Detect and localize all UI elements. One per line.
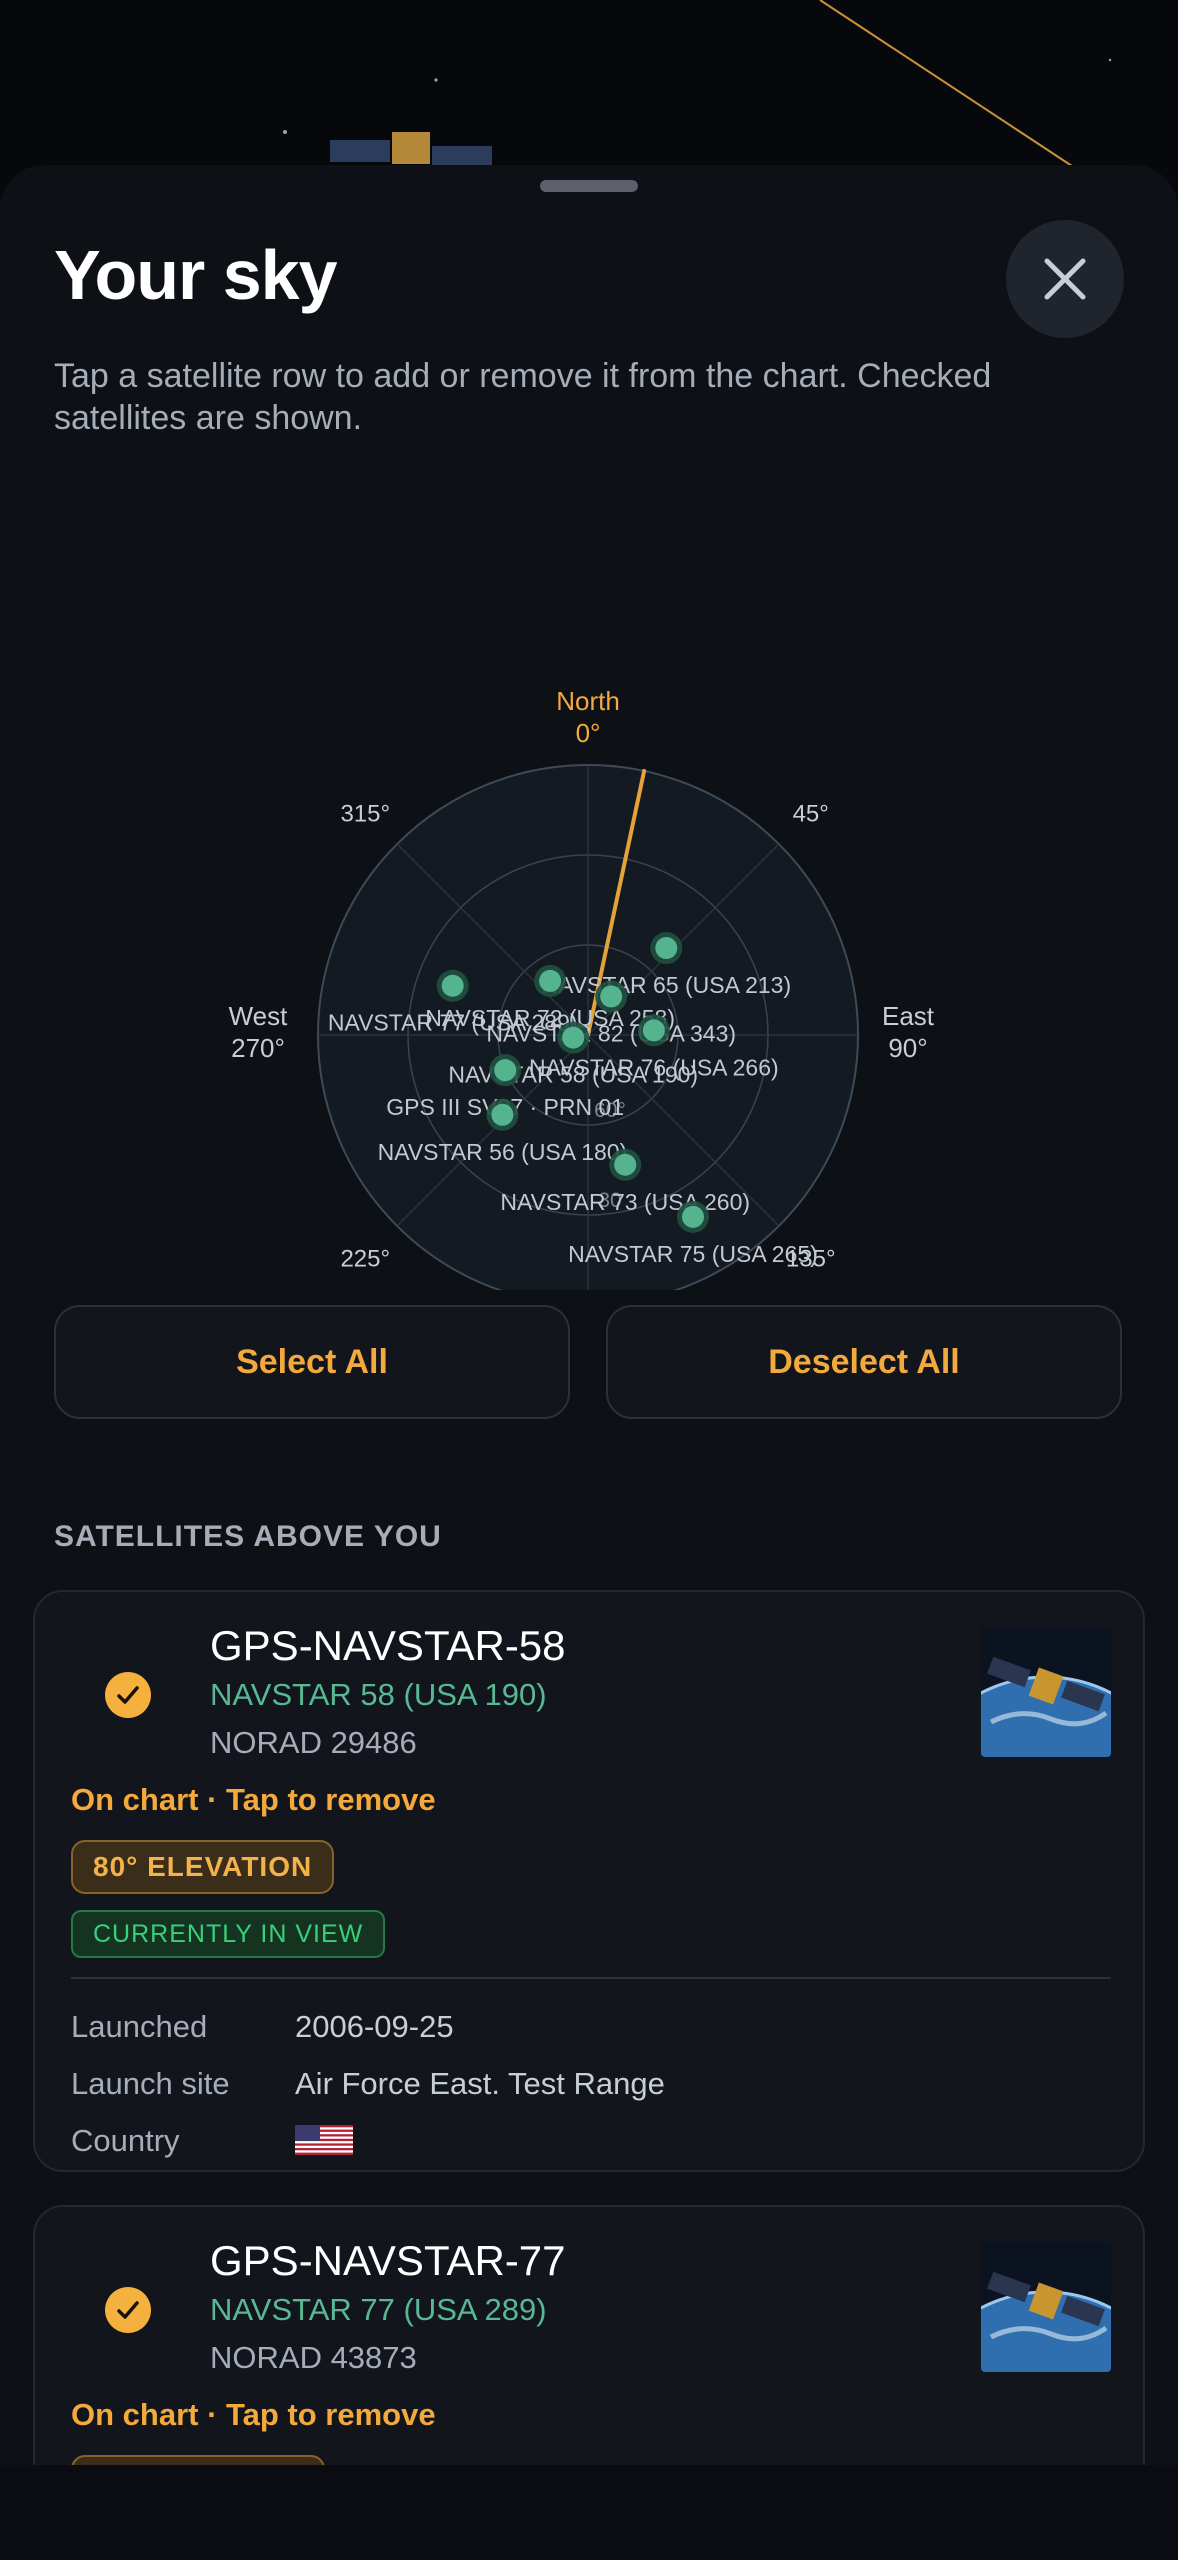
satellite-illustration — [330, 132, 492, 168]
satellite-dot — [491, 1103, 514, 1126]
elevation-badge: 80° ELEVATION — [71, 1840, 335, 1894]
satellite-name: GPS-NAVSTAR-58 — [210, 1622, 566, 1669]
satellite-label: NAVSTAR 58 (USA 190) — [448, 1062, 698, 1088]
satellite-name: GPS-NAVSTAR-77 — [210, 2237, 566, 2284]
satellite-label: NAVSTAR 73 (USA 260) — [500, 1189, 750, 1215]
direction-label: West — [229, 1001, 289, 1031]
section-title: SATELLITES ABOVE YOU — [54, 1520, 442, 1553]
satellite-dot — [614, 1153, 637, 1176]
checkmark-icon[interactable] — [105, 1672, 151, 1718]
azimuth-tick-label: 225° — [340, 1246, 390, 1273]
close-icon — [1044, 258, 1086, 300]
satellite-dot — [562, 1026, 585, 1049]
satellite-label: NAVSTAR 56 (USA 180) — [378, 1139, 628, 1165]
divider — [71, 1977, 1111, 1979]
satellite-label: NAVSTAR 82 (USA 343) — [486, 1020, 736, 1046]
instructions-text: Tap a satellite row to add or remove it … — [54, 357, 992, 437]
chart-toggle-hint: On chart · Tap to remove — [71, 2397, 436, 2432]
launch-site-value: Air Force East. Test Range — [295, 2066, 665, 2101]
satellite-dot — [642, 1019, 665, 1042]
direction-label: East — [882, 1001, 935, 1031]
page-title: Your sky — [54, 236, 337, 314]
satellite-label: NAVSTAR 65 (USA 213) — [541, 972, 791, 998]
checkmark-icon[interactable] — [105, 2287, 151, 2333]
select-all-button[interactable]: Select All — [54, 1305, 570, 1419]
satellite-dot — [494, 1059, 517, 1082]
norad-id: NORAD 29486 — [210, 1725, 417, 1760]
deselect-all-button[interactable]: Deselect All — [606, 1305, 1122, 1419]
sky-chart-svg: North0°East90°South180°West270°45°135°22… — [229, 686, 935, 1290]
satellite-label: NAVSTAR 75 (USA 265) — [568, 1241, 818, 1267]
satellite-dot — [600, 985, 623, 1008]
launched-value: 2006-09-25 — [295, 2009, 454, 2044]
sheet-grabber[interactable] — [540, 180, 638, 192]
satellite-alias: NAVSTAR 58 (USA 190) — [210, 1677, 547, 1712]
elevation-badge — [71, 2455, 325, 2465]
satellite-dot — [441, 974, 464, 997]
us-flag-icon — [295, 2125, 353, 2155]
direction-label: North — [556, 686, 620, 716]
close-button[interactable] — [1006, 220, 1124, 338]
satellite-photo — [981, 1627, 1111, 1757]
launched-label: Launched — [71, 2009, 208, 2044]
satellite-alias: NAVSTAR 77 (USA 289) — [210, 2292, 547, 2327]
in-view-badge: CURRENTLY IN VIEW — [71, 1910, 386, 1958]
sky-sheet: Your sky Tap a satellite row to add or r… — [0, 165, 1178, 2465]
azimuth-tick-label: 315° — [340, 800, 390, 827]
satellite-card[interactable]: GPS-NAVSTAR-58 NAVSTAR 58 (USA 190) NORA… — [33, 1590, 1145, 2172]
chart-toggle-hint: On chart · Tap to remove — [71, 1782, 436, 1817]
norad-id: NORAD 43873 — [210, 2340, 417, 2375]
satellite-card[interactable]: GPS-NAVSTAR-77 NAVSTAR 77 (USA 289) NORA… — [33, 2205, 1145, 2465]
sky-chart[interactable]: North0°East90°South180°West270°45°135°22… — [190, 490, 950, 1420]
launch-site-label: Launch site — [71, 2066, 230, 2101]
satellite-dot — [682, 1205, 704, 1228]
satellite-photo — [981, 2242, 1111, 2372]
satellite-dot — [655, 937, 678, 960]
azimuth-tick-label: 45° — [793, 800, 829, 827]
satellite-dot — [539, 969, 562, 992]
country-label: Country — [71, 2123, 180, 2158]
direction-degree-label: 0° — [576, 718, 601, 748]
direction-degree-label: 90° — [888, 1033, 927, 1063]
direction-degree-label: 270° — [231, 1033, 285, 1063]
